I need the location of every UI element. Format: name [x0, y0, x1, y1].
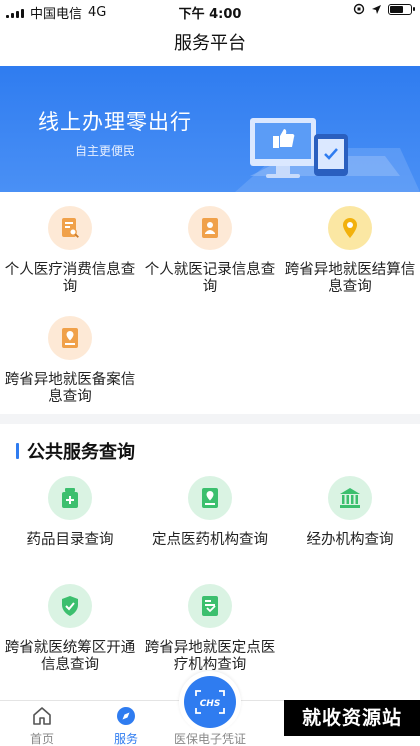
cross-province-filing-query[interactable]: 跨省异地就医备案信息查询 [0, 316, 140, 406]
page-title: 服务平台 [0, 22, 420, 66]
location-arrow-icon [372, 4, 381, 14]
status-right [353, 3, 415, 15]
public-services-section: 公共服务查询 药品目录查询 定点医药机构查询 经办机构查询 跨省就医统筹区开通信… [0, 424, 420, 700]
service-label: 跨省异地就医定点医疗机构查询 [144, 640, 276, 673]
personal-services-section: 个人医疗消费信息查询 个人就医记录信息查询 跨省异地就医结算信息查询 跨省异地就… [0, 192, 420, 414]
medical-record-icon [188, 206, 232, 250]
personal-visit-record-query[interactable]: 个人就医记录信息查询 [140, 206, 280, 296]
service-label: 经办机构查询 [306, 532, 394, 548]
location-pin-icon [328, 206, 372, 250]
service-label: 跨省就医统筹区开通信息查询 [4, 640, 136, 673]
tab-service[interactable]: 服务 [84, 701, 168, 746]
designated-institution-query[interactable]: 定点医药机构查询 [140, 476, 280, 549]
banner-title: 线上办理零出行 [38, 110, 192, 134]
service-label: 跨省异地就医结算信息查询 [284, 262, 416, 295]
medicine-box-icon [48, 476, 92, 520]
section-title-text: 公共服务查询 [27, 442, 135, 463]
tab-home-label: 首页 [29, 732, 54, 746]
chs-badge-icon: CHS [184, 676, 236, 728]
home-icon [33, 707, 51, 725]
computer-illustration-icon [235, 118, 420, 192]
designated-hospital-query[interactable]: 跨省异地就医定点医疗机构查询 [140, 584, 280, 674]
compass-icon [117, 707, 135, 725]
service-label: 个人医疗消费信息查询 [4, 262, 136, 295]
hospital-document-icon [188, 584, 232, 628]
pharmacy-institution-icon [188, 476, 232, 520]
section-title: 公共服务查询 [16, 438, 135, 464]
service-label: 跨省异地就医备案信息查询 [4, 372, 136, 405]
coverage-area-query[interactable]: 跨省就医统筹区开通信息查询 [0, 584, 140, 674]
cross-province-settlement-query[interactable]: 跨省异地就医结算信息查询 [280, 206, 420, 296]
section-title-bar [16, 443, 19, 459]
e-certificate-button[interactable]: CHS [179, 671, 241, 733]
personal-medical-consumption-query[interactable]: 个人医疗消费信息查询 [0, 206, 140, 296]
status-bar: 中国电信 4G 下午 4:00 [0, 0, 420, 22]
building-icon [328, 476, 372, 520]
tab-service-label: 服务 [113, 732, 138, 746]
watermark: 就收资源站 [284, 700, 420, 736]
chs-text: CHS [200, 699, 221, 709]
filing-location-icon [48, 316, 92, 360]
receipt-search-icon [48, 206, 92, 250]
agency-query[interactable]: 经办机构查询 [280, 476, 420, 549]
promo-banner[interactable]: 线上办理零出行 自主更便民 [0, 66, 420, 192]
drug-catalog-query[interactable]: 药品目录查询 [0, 476, 140, 549]
service-label: 定点医药机构查询 [152, 532, 268, 548]
coverage-area-icon [48, 584, 92, 628]
orientation-lock-icon [353, 3, 365, 15]
battery-icon [388, 3, 415, 15]
banner-subtitle: 自主更便民 [75, 144, 136, 158]
tab-home[interactable]: 首页 [0, 701, 84, 746]
service-label: 个人就医记录信息查询 [144, 262, 276, 295]
service-label: 药品目录查询 [26, 532, 114, 548]
